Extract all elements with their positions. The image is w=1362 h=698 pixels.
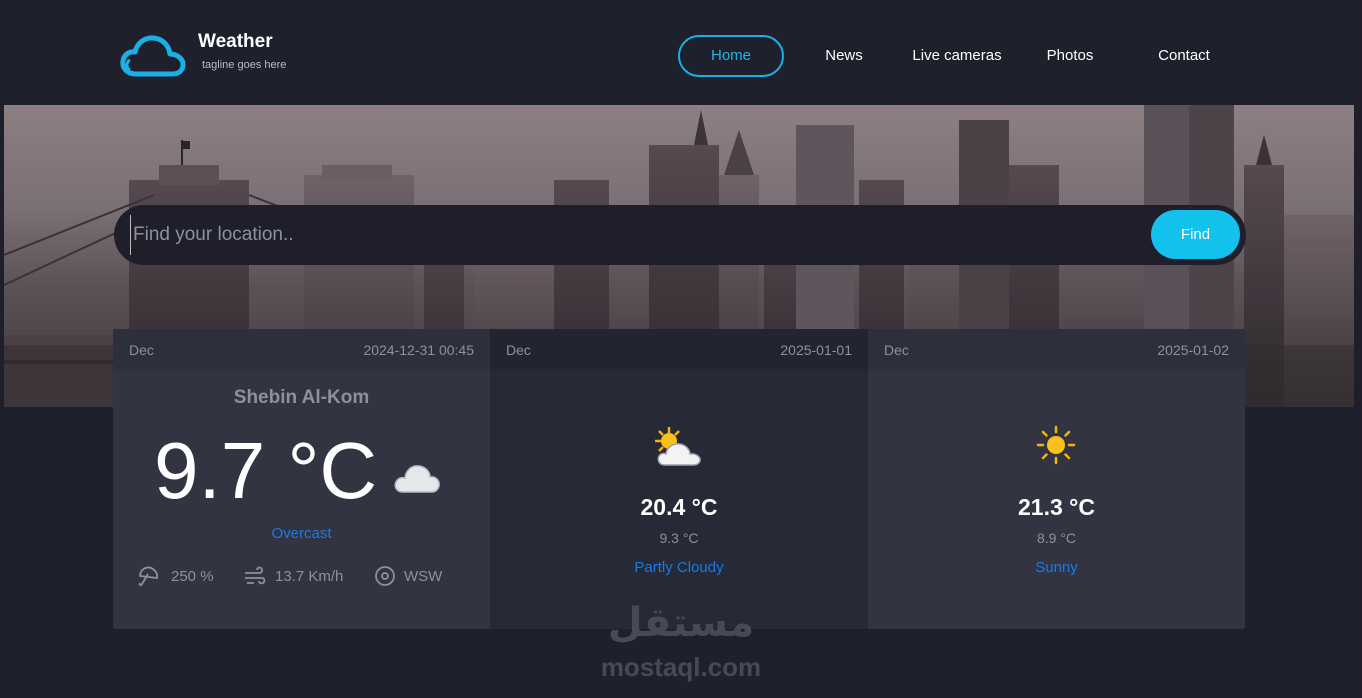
nav-home[interactable]: Home bbox=[678, 35, 784, 77]
current-temperature: 9.7 °C bbox=[154, 426, 378, 515]
app-frame: Weather tagline goes here Home News Live… bbox=[4, 8, 1354, 694]
wind-direction-value: WSW bbox=[404, 568, 443, 585]
watermark-arabic-text: مستقل bbox=[607, 600, 755, 646]
current-condition: Overcast bbox=[271, 525, 332, 542]
weather-stats: 250 % 13.7 Km/h WSW bbox=[113, 564, 490, 590]
forecast-card-header: Dec 2025-01-02 bbox=[868, 329, 1245, 369]
main-nav: Home News Live cameras Photos Contact bbox=[4, 35, 1354, 77]
city-name: Shebin Al-Kom bbox=[233, 387, 370, 408]
nav-contact[interactable]: Contact bbox=[1149, 35, 1219, 77]
forecast-min-temp: 9.3 °C bbox=[659, 530, 699, 546]
cloud-icon bbox=[394, 465, 440, 493]
header: Weather tagline goes here Home News Live… bbox=[4, 8, 1354, 105]
forecast-card: Dec 2025-01-01 20.4 °C 9.3 °C Partly Clo… bbox=[490, 329, 868, 629]
forecast-date: 2025-01-02 bbox=[1157, 342, 1229, 358]
forecast-condition: Sunny bbox=[1035, 559, 1078, 576]
umbrella-icon bbox=[138, 566, 159, 586]
today-card: Dec 2024-12-31 00:45 Shebin Al-Kom 9.7 °… bbox=[113, 329, 490, 629]
forecast-card: Dec 2025-01-02 21.3 °C 8.9 °C Sunny bbox=[868, 329, 1245, 629]
watermark-logo: مستقل mostaql.com bbox=[596, 600, 766, 690]
forecast-card-header: Dec 2025-01-01 bbox=[490, 329, 868, 369]
today-datetime: 2024-12-31 00:45 bbox=[363, 342, 474, 358]
forecast-condition: Partly Cloudy bbox=[634, 559, 724, 576]
forecast-min-temp: 8.9 °C bbox=[1036, 530, 1077, 546]
today-card-header: Dec 2024-12-31 00:45 bbox=[113, 329, 490, 369]
sun-icon bbox=[1036, 425, 1076, 465]
forecast-max-temp: 20.4 °C bbox=[640, 494, 718, 520]
forecast-day: Dec bbox=[884, 342, 909, 358]
partly-cloudy-icon bbox=[655, 427, 701, 466]
nav-live-cameras[interactable]: Live cameras bbox=[904, 35, 1010, 77]
wind-icon bbox=[245, 566, 266, 585]
wind-speed-value: 13.7 Km/h bbox=[275, 568, 344, 585]
search-bar: Find bbox=[114, 205, 1246, 265]
forecast-day: Dec bbox=[506, 342, 531, 358]
today-day: Dec bbox=[129, 342, 154, 358]
forecast-date: 2025-01-01 bbox=[780, 342, 852, 358]
find-button[interactable]: Find bbox=[1151, 210, 1240, 259]
location-search-input[interactable] bbox=[130, 215, 1140, 255]
compass-icon bbox=[375, 566, 395, 586]
nav-news[interactable]: News bbox=[809, 35, 879, 77]
forecast-max-temp: 21.3 °C bbox=[1018, 494, 1095, 520]
humidity-value: 250 % bbox=[171, 568, 214, 585]
watermark-latin-text: mostaql.com bbox=[600, 652, 762, 682]
nav-photos[interactable]: Photos bbox=[1035, 35, 1105, 77]
